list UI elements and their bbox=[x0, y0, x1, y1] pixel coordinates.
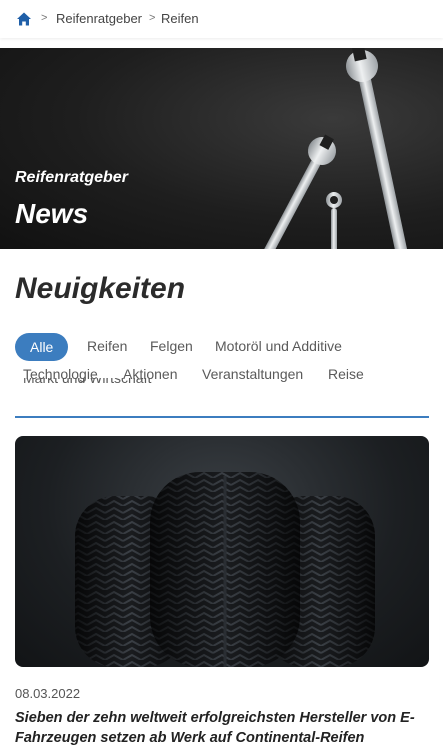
section-heading: Neuigkeiten bbox=[15, 272, 186, 305]
filter-chip-reifen[interactable]: Reifen bbox=[87, 338, 127, 354]
breadcrumb-separator: > bbox=[41, 12, 48, 24]
hero-banner: Reifenratgeber News bbox=[0, 48, 443, 249]
filter-chip-markt-wirtschaft[interactable]: Markt und Wirtschaft bbox=[23, 378, 183, 392]
article-date: 08.03.2022 bbox=[15, 686, 81, 701]
hero-title: News bbox=[15, 198, 89, 229]
filter-chip-felgen[interactable]: Felgen bbox=[150, 338, 193, 354]
tabs-underline bbox=[15, 416, 429, 418]
breadcrumb-bar: > Reifenratgeber > Reifen bbox=[0, 0, 443, 38]
filter-chip-label: Markt und Wirtschaft bbox=[23, 378, 152, 386]
filter-chip-veranstaltungen[interactable]: Veranstaltungen bbox=[202, 366, 303, 382]
article-image[interactable] bbox=[15, 436, 429, 667]
filter-chip-reise[interactable]: Reise bbox=[328, 366, 364, 382]
hero-subtitle: Reifenratgeber bbox=[15, 169, 128, 186]
home-icon[interactable] bbox=[16, 11, 32, 27]
filter-chip-alle[interactable]: Alle bbox=[15, 333, 69, 361]
tire-image bbox=[75, 472, 375, 667]
breadcrumb-link-reifenratgeber[interactable]: Reifenratgeber bbox=[56, 11, 142, 26]
breadcrumb-separator: > bbox=[149, 12, 156, 24]
filter-chip-motoroel[interactable]: Motoröl und Additive bbox=[215, 338, 342, 354]
article-title[interactable]: Sieben der zehn weltweit erfolgreichsten… bbox=[15, 708, 429, 748]
breadcrumb-current: Reifen bbox=[161, 11, 199, 26]
